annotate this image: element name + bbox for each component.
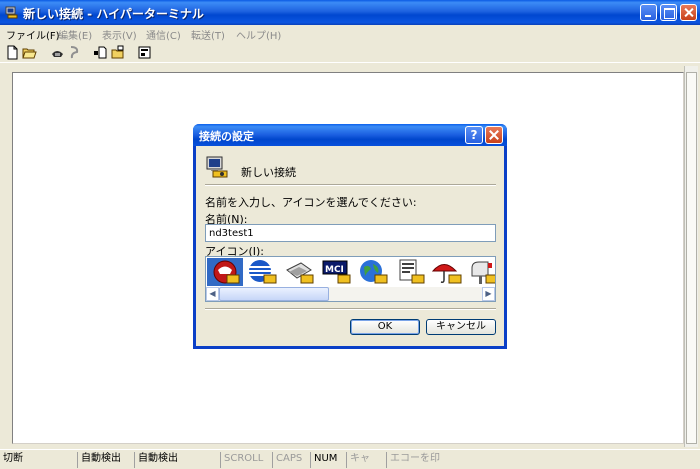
name-input[interactable] bbox=[205, 224, 496, 242]
close-button[interactable] bbox=[680, 4, 697, 21]
icon-list[interactable]: MCI ◀ ▶ bbox=[205, 256, 496, 302]
status-capture: キャ bbox=[346, 452, 370, 468]
umbrella-icon bbox=[431, 264, 462, 284]
window-title: 新しい接続 - ハイパーターミナル bbox=[23, 7, 204, 21]
menu-bar: ファイル(F) 編集(E) 表示(V) 通信(C) 転送(T) ヘルプ(H) bbox=[0, 25, 700, 42]
help-button[interactable]: ? bbox=[465, 126, 483, 144]
toolbar bbox=[0, 43, 700, 63]
disconnect-icon[interactable] bbox=[67, 45, 82, 60]
cancel-button[interactable]: キャンセル bbox=[426, 319, 496, 335]
svg-text:MCI: MCI bbox=[325, 265, 344, 275]
dialog-close-button[interactable] bbox=[485, 126, 503, 144]
menu-view[interactable]: 表示(V) bbox=[102, 27, 137, 42]
send-icon[interactable] bbox=[93, 45, 108, 60]
status-connection: 切断 bbox=[3, 453, 23, 464]
connect-icon[interactable] bbox=[50, 45, 65, 60]
scroll-left-button[interactable]: ◀ bbox=[206, 287, 219, 301]
icon-option[interactable] bbox=[207, 258, 243, 286]
properties-icon[interactable] bbox=[137, 45, 152, 60]
open-icon[interactable] bbox=[22, 45, 37, 60]
maximize-button[interactable] bbox=[660, 4, 677, 21]
menu-file[interactable]: ファイル(F) bbox=[6, 27, 60, 42]
scroll-right-button[interactable]: ▶ bbox=[482, 287, 495, 301]
status-emulation: 自動検出 bbox=[77, 452, 121, 468]
phone-red-icon bbox=[213, 260, 240, 284]
dialog-title-bar[interactable]: 接続の設定 ? bbox=[193, 124, 507, 146]
connection-settings-dialog: 接続の設定 ? 新しい接続 名前を入力し、アイコンを選んでください: 名前(N)… bbox=[193, 124, 507, 349]
icon-option[interactable] bbox=[392, 258, 428, 286]
minimize-button[interactable] bbox=[640, 4, 657, 21]
globe-stripes-icon bbox=[249, 260, 277, 284]
globe-blue-icon bbox=[360, 260, 388, 284]
icon-option[interactable] bbox=[281, 258, 317, 286]
horizontal-scrollbar-thumb[interactable] bbox=[219, 287, 329, 301]
status-caps: CAPS bbox=[272, 452, 302, 468]
receive-icon[interactable] bbox=[111, 45, 126, 60]
status-scroll: SCROLL bbox=[220, 452, 263, 468]
fax-icon bbox=[286, 262, 314, 284]
ok-button[interactable]: OK bbox=[350, 319, 420, 335]
separator-bottom bbox=[205, 308, 496, 310]
scrollbar-thumb[interactable] bbox=[686, 72, 697, 444]
icon-option[interactable] bbox=[355, 258, 391, 286]
menu-call[interactable]: 通信(C) bbox=[146, 27, 181, 42]
icon-option[interactable] bbox=[244, 258, 280, 286]
mci-icon: MCI bbox=[322, 260, 351, 284]
icon-option[interactable]: MCI bbox=[318, 258, 354, 286]
status-settings: 自動検出 bbox=[134, 452, 178, 468]
menu-help[interactable]: ヘルプ(H) bbox=[236, 27, 281, 42]
vertical-scrollbar[interactable] bbox=[684, 66, 698, 447]
document-icon bbox=[399, 259, 425, 284]
instruction-text: 名前を入力し、アイコンを選んでください: bbox=[205, 196, 417, 209]
title-bar[interactable]: 新しい接続 - ハイパーターミナル bbox=[0, 0, 700, 25]
icon-option[interactable] bbox=[466, 258, 495, 286]
menu-edit[interactable]: 編集(E) bbox=[58, 27, 92, 42]
dialog-title: 接続の設定 bbox=[199, 130, 254, 143]
separator-top bbox=[205, 184, 496, 186]
menu-transfer[interactable]: 転送(T) bbox=[191, 27, 225, 42]
icon-option[interactable] bbox=[429, 258, 465, 286]
status-echo: エコーを印 bbox=[386, 452, 440, 468]
status-num: NUM bbox=[310, 452, 337, 468]
mailbox-icon bbox=[471, 261, 495, 284]
connection-name-label: 新しい接続 bbox=[241, 166, 296, 179]
new-icon[interactable] bbox=[5, 45, 20, 60]
horizontal-scrollbar[interactable]: ◀ ▶ bbox=[206, 287, 495, 301]
hyperterminal-icon bbox=[5, 6, 18, 19]
connection-icon bbox=[206, 156, 228, 178]
status-bar: 切断 自動検出 自動検出 SCROLL CAPS NUM キャ エコーを印 bbox=[0, 449, 700, 469]
